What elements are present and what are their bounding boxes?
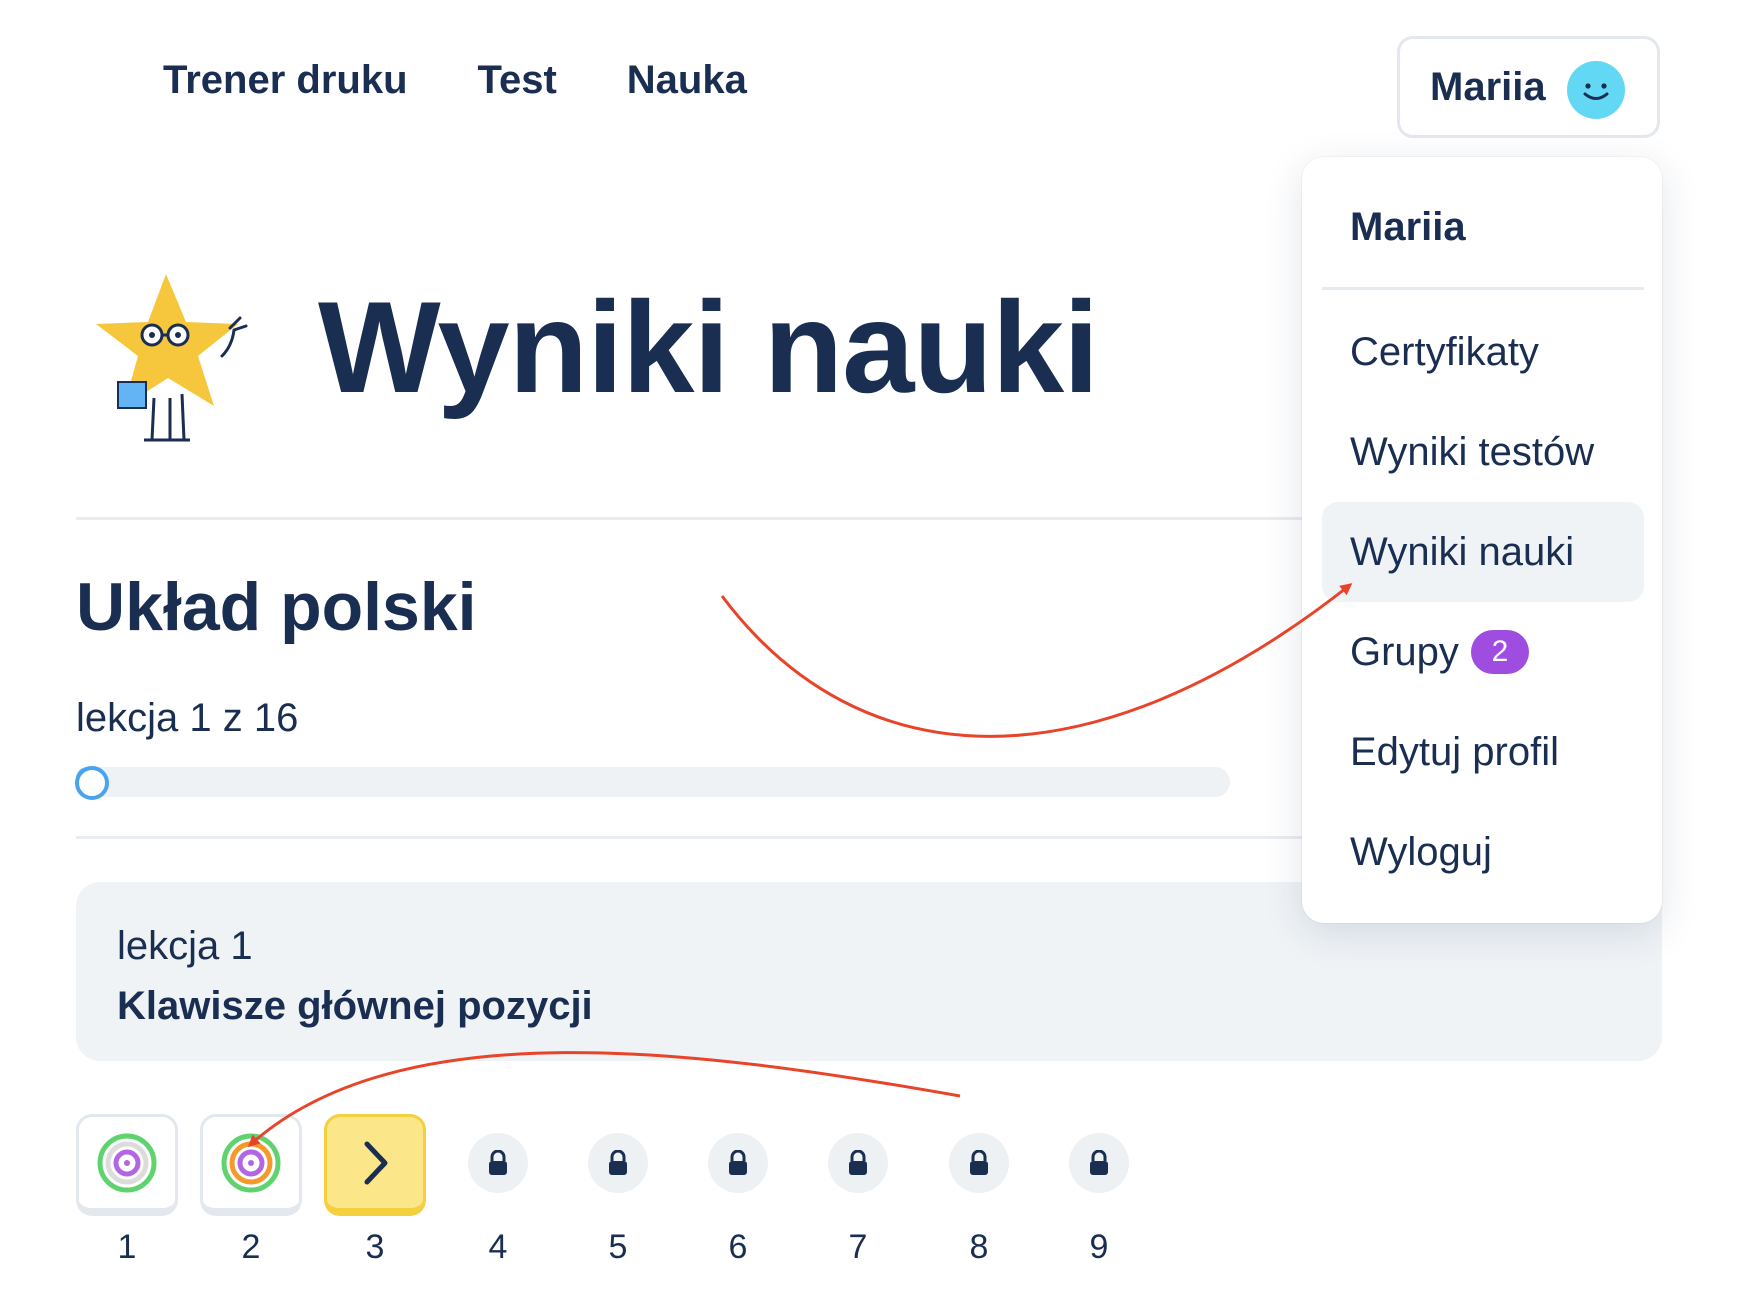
- annotation-arrow-to-menu: [720, 583, 1353, 738]
- exercise-5-locked: [588, 1133, 648, 1193]
- groups-count-badge: 2: [1470, 630, 1529, 674]
- exercise-6-locked: [708, 1133, 768, 1193]
- exercise-1[interactable]: [76, 1114, 178, 1216]
- page-title: Wyniki nauki: [318, 274, 1099, 420]
- user-name: Mariia: [1430, 64, 1546, 109]
- menu-item-label: Edytuj profil: [1350, 729, 1559, 774]
- avatar: [1567, 61, 1625, 119]
- lock-icon: [849, 1150, 867, 1175]
- dropdown-divider: [1322, 287, 1644, 290]
- exercise-label: 5: [608, 1228, 628, 1266]
- menu-item-wyniki-nauki[interactable]: Wyniki nauki: [1322, 502, 1644, 602]
- top-nav: Trener druku Test Nauka: [163, 58, 747, 103]
- progress-bar: [75, 766, 1230, 800]
- exercise-4-locked: [468, 1133, 528, 1193]
- user-dropdown-menu: Mariia Certyfikaty Wyniki testów Wyniki …: [1302, 157, 1662, 923]
- nav-test[interactable]: Test: [478, 58, 557, 103]
- menu-item-label: Wyniki nauki: [1350, 529, 1575, 574]
- exercise-label: 2: [241, 1228, 261, 1266]
- exercise-label: 1: [117, 1228, 137, 1266]
- exercise-2[interactable]: [200, 1114, 302, 1216]
- exercise-7-locked: [828, 1133, 888, 1193]
- nav-nauka[interactable]: Nauka: [627, 58, 747, 103]
- exercise-label: 9: [1089, 1228, 1109, 1266]
- lock-icon: [970, 1150, 988, 1175]
- lesson-count: lekcja 1 z 16: [76, 696, 299, 740]
- lesson-name: Klawisze głównej pozycji: [117, 984, 593, 1028]
- menu-item-label: Wyloguj: [1350, 829, 1492, 874]
- star-mascot-icon: [96, 274, 248, 442]
- menu-item-certyfikaty[interactable]: Certyfikaty: [1322, 302, 1644, 402]
- menu-item-label: Wyniki testów: [1350, 429, 1595, 474]
- menu-item-edytuj-profil[interactable]: Edytuj profil: [1322, 702, 1644, 802]
- target-icon: [221, 1133, 281, 1192]
- lesson-number: lekcja 1: [117, 924, 253, 968]
- menu-item-grupy[interactable]: Grupy 2: [1322, 602, 1644, 702]
- menu-item-wyniki-testow[interactable]: Wyniki testów: [1322, 402, 1644, 502]
- lock-icon: [609, 1150, 627, 1175]
- chevron-right-icon: [364, 1141, 388, 1184]
- menu-item-wyloguj[interactable]: Wyloguj: [1322, 802, 1644, 902]
- exercise-label: 3: [365, 1228, 385, 1266]
- exercise-9-locked: [1069, 1133, 1129, 1193]
- exercise-label: 4: [488, 1228, 508, 1266]
- target-icon: [97, 1133, 157, 1192]
- section-title: Układ polski: [76, 569, 477, 645]
- lock-icon: [1090, 1150, 1108, 1175]
- menu-item-label: Grupy: [1350, 629, 1459, 674]
- progress-indicator: [75, 766, 109, 800]
- exercise-label: 7: [848, 1228, 868, 1266]
- exercise-8-locked: [949, 1133, 1009, 1193]
- lock-icon: [729, 1150, 747, 1175]
- exercise-label: 6: [728, 1228, 748, 1266]
- exercise-3-start[interactable]: [324, 1114, 426, 1216]
- exercise-label: 8: [969, 1228, 989, 1266]
- dropdown-user-name: Mariia: [1350, 205, 1466, 249]
- smile-icon: [1583, 83, 1609, 100]
- lock-icon: [489, 1150, 507, 1175]
- user-menu-button[interactable]: Mariia: [1397, 36, 1660, 138]
- menu-item-label: Certyfikaty: [1350, 329, 1539, 374]
- nav-trener-druku[interactable]: Trener druku: [163, 58, 408, 103]
